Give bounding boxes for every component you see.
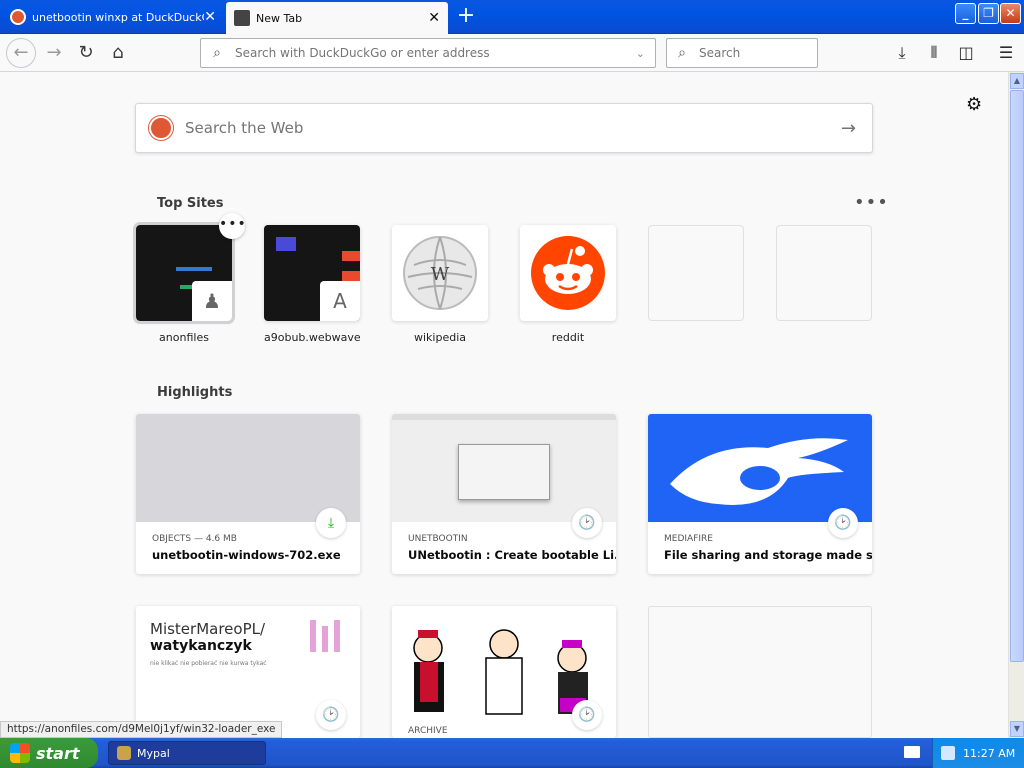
reload-button[interactable]: ↻	[72, 39, 100, 67]
empty-slot	[776, 225, 872, 321]
top-site-a9obub[interactable]: A a9obub.webwave	[264, 225, 361, 344]
search-input[interactable]	[697, 45, 807, 61]
top-site-reddit[interactable]: reddit	[520, 225, 616, 344]
top-site-anonfiles[interactable]: ♟ anonfiles	[133, 222, 235, 344]
web-search-input[interactable]	[183, 118, 823, 138]
card-thumbnail	[136, 414, 360, 522]
site-more-button[interactable]: •••	[219, 213, 246, 239]
clock[interactable]: 11:27 AM	[963, 747, 1015, 760]
site-label: reddit	[551, 331, 585, 344]
taskbar-item-mypal[interactable]: Mypal	[108, 741, 266, 765]
clock-icon: 🕑	[572, 508, 602, 538]
highlights-title: Highlights	[157, 385, 233, 400]
search-bar[interactable]: ⌕	[666, 38, 818, 68]
minimize-button[interactable]: _	[955, 3, 976, 24]
arrow-right-icon[interactable]: →	[841, 118, 856, 139]
card-thumbnail	[648, 414, 872, 522]
clock-icon: 🕑	[572, 700, 602, 730]
highlight-card[interactable]: 🕑 MEDIAFIRE File sharing and storage mad…	[648, 414, 872, 574]
menu-icon[interactable]: ☰	[992, 39, 1020, 67]
site-thumbnail: W	[392, 225, 488, 321]
keyboard-icon[interactable]	[904, 746, 920, 758]
site-thumbnail: ♟	[133, 222, 235, 324]
top-sites-title: Top Sites	[157, 196, 224, 211]
site-label: anonfiles	[159, 331, 209, 344]
letter-badge: A	[320, 281, 360, 321]
status-link-url: https://anonfiles.com/d9Mel0j1yf/win32-l…	[0, 721, 283, 738]
vertical-scrollbar[interactable]: ▲ ▼	[1008, 72, 1024, 738]
highlight-card[interactable]: ⤓ OBJECTS — 4.6 MB unetbootin-windows-70…	[136, 414, 360, 574]
chevron-down-icon[interactable]: ⌄	[636, 47, 645, 60]
anonymous-mask-icon: ♟	[192, 281, 232, 321]
site-label: wikipedia	[413, 331, 466, 344]
network-icon[interactable]	[941, 746, 955, 760]
sidebar-icon[interactable]: ◫	[952, 39, 980, 67]
search-icon: ⌕	[213, 45, 221, 61]
scroll-down-icon[interactable]: ▼	[1010, 721, 1024, 737]
duckduckgo-logo-icon	[149, 116, 173, 140]
close-window-button[interactable]: ✕	[1000, 3, 1021, 24]
card-title: File sharing and storage made si...	[664, 548, 872, 562]
highlight-card[interactable]: MisterMareoPL/ watykanczyk nie klikać ni…	[136, 606, 360, 738]
svg-text:W: W	[431, 264, 450, 285]
tab-close-icon[interactable]: ✕	[204, 10, 216, 24]
mypal-favicon-icon	[234, 10, 250, 26]
repo-owner-text: MisterMareoPL/	[150, 620, 266, 638]
tab-duckduckgo[interactable]: unetbootin winxp at DuckDuckGo ✕	[2, 2, 224, 32]
home-button[interactable]: ⌂	[104, 39, 132, 67]
repo-description-text: nie klikać nie pobierać nie kurwa tykać	[150, 660, 267, 667]
top-site-wikipedia[interactable]: W wikipedia	[392, 225, 488, 344]
wikipedia-globe-icon: W	[403, 236, 477, 310]
top-site-empty[interactable]	[648, 225, 744, 331]
empty-slot	[648, 225, 744, 321]
taskbar: start Mypal 11:27 AM	[0, 738, 1024, 768]
web-search-box[interactable]: →	[135, 103, 873, 153]
site-label: a9obub.webwave	[264, 331, 361, 344]
site-thumbnail: A	[264, 225, 360, 321]
address-bar[interactable]: ⌕ ⌄	[200, 38, 656, 68]
card-title: unetbootin-windows-702.exe	[152, 548, 341, 562]
forward-button[interactable]: →	[40, 39, 68, 67]
start-label: start	[36, 743, 80, 763]
tab-close-icon[interactable]: ✕	[428, 11, 440, 25]
site-thumbnail	[520, 225, 616, 321]
tab-new-tab[interactable]: New Tab ✕	[226, 2, 448, 34]
address-input[interactable]	[233, 45, 613, 61]
card-thumbnail	[392, 414, 616, 522]
mypal-icon	[117, 746, 131, 760]
task-label: Mypal	[137, 746, 170, 760]
top-site-empty[interactable]	[776, 225, 872, 331]
new-tab-button[interactable]: +	[452, 4, 480, 30]
top-sites-more-icon[interactable]: •••	[854, 192, 889, 213]
library-icon[interactable]: ⫴	[920, 39, 948, 67]
mediafire-flame-icon	[670, 438, 848, 505]
maximize-button[interactable]: ❐	[978, 3, 999, 24]
back-button[interactable]: ←	[6, 38, 36, 68]
repo-name-text: watykanczyk	[150, 638, 252, 654]
highlight-card[interactable]: 🕑 ARCHIVE	[392, 606, 616, 738]
card-title: UNetbootin : Create bootable Li...	[408, 548, 616, 562]
duckduckgo-favicon-icon	[10, 9, 26, 25]
title-bar: unetbootin winxp at DuckDuckGo ✕ New Tab…	[0, 0, 1024, 34]
gear-icon[interactable]: ⚙	[966, 94, 982, 115]
tab-title: New Tab	[256, 11, 303, 25]
start-button[interactable]: start	[0, 738, 98, 768]
scroll-up-icon[interactable]: ▲	[1010, 73, 1024, 89]
navigation-toolbar: ← → ↻ ⌂ ⌕ ⌄ ⌕ ⤓ ⫴ ◫ ☰	[0, 34, 1024, 72]
windows-logo-icon	[10, 743, 30, 763]
download-icon: ⤓	[316, 508, 346, 538]
highlight-card[interactable]: 🕑 UNETBOOTIN UNetbootin : Create bootabl…	[392, 414, 616, 574]
download-icon[interactable]: ⤓	[888, 39, 916, 67]
tab-title: unetbootin winxp at DuckDuckGo	[32, 10, 205, 24]
clock-icon: 🕑	[316, 700, 346, 730]
scroll-thumb[interactable]	[1010, 90, 1024, 662]
highlight-empty-slot	[648, 606, 872, 738]
search-icon: ⌕	[678, 45, 686, 61]
reddit-logo-icon	[531, 236, 605, 310]
system-tray: 11:27 AM	[932, 738, 1024, 768]
clock-icon: 🕑	[828, 508, 858, 538]
